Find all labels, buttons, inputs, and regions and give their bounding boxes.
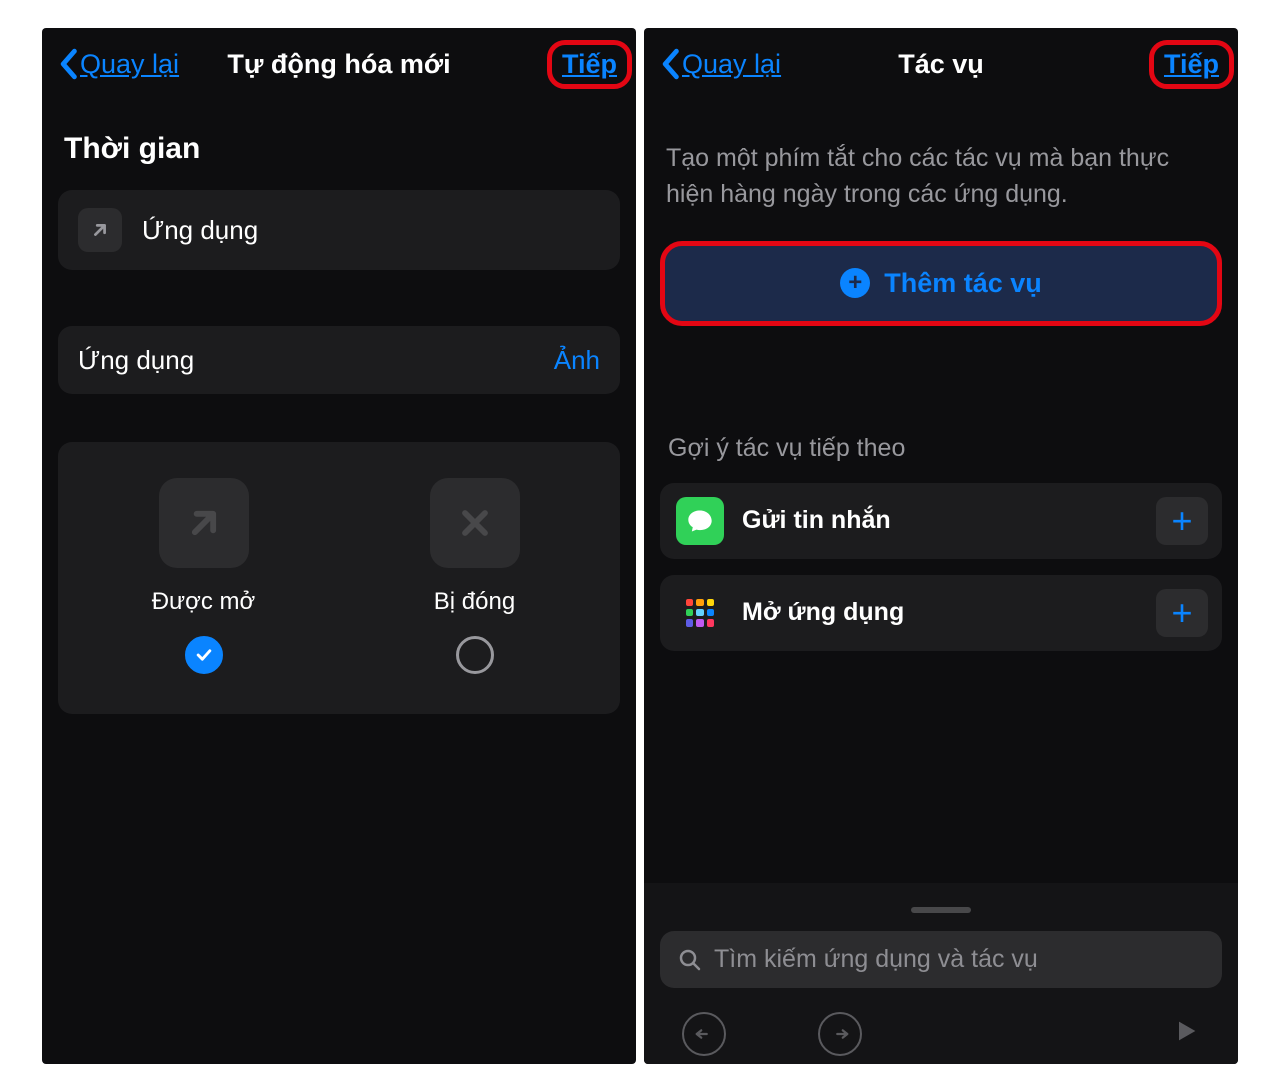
back-button[interactable]: Quay lại (660, 48, 781, 80)
option-opened[interactable]: Được mở (78, 478, 329, 674)
nav-bar: Quay lại Tác vụ Tiếp (644, 28, 1238, 100)
add-action-button[interactable]: + Thêm tác vụ (660, 241, 1222, 326)
close-icon (430, 478, 520, 568)
radio-closed[interactable] (456, 636, 494, 674)
app-trigger-row[interactable]: Ứng dụng (58, 190, 620, 270)
nav-title: Tác vụ (898, 49, 984, 80)
undo-button[interactable] (682, 1012, 726, 1056)
app-select-value: Ảnh (554, 345, 600, 376)
chevron-left-icon (58, 48, 78, 80)
search-icon (678, 948, 702, 972)
option-opened-label: Được mở (152, 588, 256, 616)
screen-automation: Quay lại Tự động hóa mới Tiếp Thời gian … (42, 28, 636, 1064)
open-close-options: Được mở Bị đóng (58, 442, 620, 714)
open-arrow-icon (159, 478, 249, 568)
app-trigger-label: Ứng dụng (142, 215, 600, 246)
nav-title: Tự động hóa mới (227, 49, 450, 80)
back-label: Quay lại (682, 49, 781, 80)
app-trigger-panel: Ứng dụng (58, 190, 620, 270)
next-button[interactable]: Tiếp (1164, 49, 1219, 79)
sheet-handle[interactable] (911, 907, 971, 913)
suggestion-send-message[interactable]: Gửi tin nhắn + (660, 483, 1222, 559)
chevron-left-icon (660, 48, 680, 80)
messages-icon (676, 497, 724, 545)
description-text: Tạo một phím tắt cho các tác vụ mà bạn t… (666, 140, 1216, 213)
suggestion-label: Gửi tin nhắn (742, 506, 1138, 535)
back-button[interactable]: Quay lại (58, 48, 179, 80)
redo-button[interactable] (818, 1012, 862, 1056)
add-action-label: Thêm tác vụ (884, 268, 1042, 299)
open-arrow-icon (78, 208, 122, 252)
search-input[interactable]: Tìm kiếm ứng dụng và tác vụ (660, 931, 1222, 988)
app-select-row[interactable]: Ứng dụng Ảnh (58, 326, 620, 394)
app-select-label: Ứng dụng (78, 345, 554, 376)
highlight-next: Tiếp (547, 40, 632, 89)
nav-bar: Quay lại Tự động hóa mới Tiếp (42, 28, 636, 100)
back-label: Quay lại (80, 49, 179, 80)
app-grid-icon (676, 589, 724, 637)
suggestion-label: Mở ứng dụng (742, 598, 1138, 627)
next-button[interactable]: Tiếp (562, 49, 617, 79)
highlight-next: Tiếp (1149, 40, 1234, 89)
radio-opened[interactable] (185, 636, 223, 674)
option-closed[interactable]: Bị đóng (349, 478, 600, 674)
screen-actions: Quay lại Tác vụ Tiếp Tạo một phím tắt ch… (644, 28, 1238, 1064)
add-suggestion-button[interactable]: + (1156, 497, 1208, 545)
plus-circle-icon: + (840, 268, 870, 298)
keyboard-toolbar (660, 988, 1222, 1064)
run-button[interactable] (1172, 1016, 1200, 1053)
search-placeholder: Tìm kiếm ứng dụng và tác vụ (714, 945, 1038, 974)
suggestion-open-app[interactable]: Mở ứng dụng + (660, 575, 1222, 651)
option-closed-label: Bị đóng (434, 588, 515, 616)
add-suggestion-button[interactable]: + (1156, 589, 1208, 637)
suggestions-title: Gợi ý tác vụ tiếp theo (668, 434, 1222, 463)
section-title-time: Thời gian (64, 132, 620, 166)
check-icon (194, 645, 214, 665)
search-sheet: Tìm kiếm ứng dụng và tác vụ (644, 883, 1238, 1064)
app-select-panel: Ứng dụng Ảnh (58, 326, 620, 394)
